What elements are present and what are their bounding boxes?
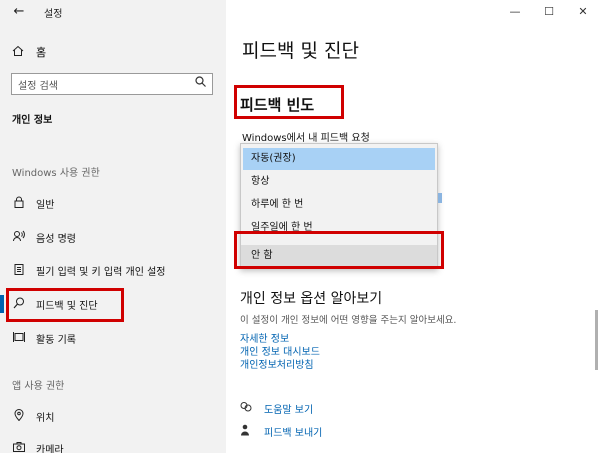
sidebar-item-label: 일반 xyxy=(36,199,55,211)
dropdown-option-once-a-day[interactable]: 하루에 한 번 xyxy=(241,194,437,216)
obscured-link-fragment xyxy=(438,193,442,203)
main-panel: — ☐ ✕ 피드백 및 진단 피드백 빈도 Windows에서 내 피드백 요청… xyxy=(226,0,600,453)
highlight-box-sidebar xyxy=(6,288,124,322)
sidebar-item-label: 카메라 xyxy=(36,444,64,453)
close-button[interactable]: ✕ xyxy=(566,0,600,24)
sidebar-item-location[interactable]: 위치 xyxy=(0,404,226,428)
clipboard-icon xyxy=(12,263,26,278)
privacy-options-description: 이 설정이 개인 정보에 어떤 영향을 주는지 알아보세요. xyxy=(240,315,457,326)
app-title: 설정 xyxy=(44,9,63,20)
help-chat-icon xyxy=(240,401,254,416)
speech-icon xyxy=(12,230,26,245)
maximize-button[interactable]: ☐ xyxy=(532,0,566,24)
home-icon xyxy=(12,45,26,60)
highlight-box-never-option xyxy=(234,231,444,269)
page-title: 피드백 및 진단 xyxy=(242,40,359,62)
lock-icon xyxy=(12,196,26,211)
windows-permissions-header: Windows 사용 권한 xyxy=(12,168,100,179)
window-controls: — ☐ ✕ xyxy=(498,0,600,24)
camera-icon xyxy=(12,441,26,453)
sidebar-item-label: 음성 명령 xyxy=(36,233,76,245)
give-feedback-label: 피드백 보내기 xyxy=(264,428,323,439)
close-icon: ✕ xyxy=(578,5,588,18)
dropdown-option-auto[interactable]: 자동(권장) xyxy=(243,148,435,170)
sidebar-item-label: 필기 입력 및 키 입력 개인 설정 xyxy=(36,266,166,278)
sidebar-item-activity-history[interactable]: 활동 기록 xyxy=(0,326,226,350)
sidebar-item-label: 활동 기록 xyxy=(36,334,76,346)
sidebar-item-speech[interactable]: 음성 명령 xyxy=(0,225,226,249)
get-help-label: 도움말 보기 xyxy=(264,405,314,416)
privacy-options-title: 개인 정보 옵션 알아보기 xyxy=(240,291,383,307)
settings-search-input[interactable] xyxy=(12,76,182,97)
privacy-statement-link[interactable]: 개인정보처리방침 xyxy=(240,356,314,371)
sidebar-item-label: 위치 xyxy=(36,412,55,424)
person-feedback-icon xyxy=(240,424,254,439)
dropdown-option-always[interactable]: 항상 xyxy=(241,171,437,193)
sidebar-item-camera[interactable]: 카메라 xyxy=(0,436,226,453)
home-nav-item[interactable]: 홈 xyxy=(12,44,46,60)
maximize-icon: ☐ xyxy=(544,5,554,18)
sidebar: ← 설정 홈 개인 정보 Windows 사용 권한 일반 음성 명령 필기 입… xyxy=(0,0,226,453)
settings-search-box[interactable] xyxy=(11,73,213,97)
minimize-icon: — xyxy=(509,5,521,18)
sidebar-item-inking-typing[interactable]: 필기 입력 및 키 입력 개인 설정 xyxy=(0,258,226,282)
get-help-link[interactable]: 도움말 보기 xyxy=(240,401,313,416)
timeline-icon xyxy=(12,331,26,346)
scrollbar-thumb[interactable] xyxy=(595,310,598,370)
back-button[interactable]: ← xyxy=(8,2,30,22)
feedback-request-label: Windows에서 내 피드백 요청 xyxy=(242,133,370,144)
minimize-button[interactable]: — xyxy=(498,0,532,24)
search-icon[interactable] xyxy=(195,76,206,90)
back-arrow-icon: ← xyxy=(13,4,25,19)
home-label: 홈 xyxy=(36,46,47,59)
sidebar-item-general[interactable]: 일반 xyxy=(0,191,226,215)
privacy-header: 개인 정보 xyxy=(12,115,53,126)
give-feedback-link[interactable]: 피드백 보내기 xyxy=(240,424,322,439)
active-indicator xyxy=(0,295,4,313)
app-permissions-header: 앱 사용 권한 xyxy=(12,381,65,392)
location-icon xyxy=(12,408,26,424)
highlight-box-section-title xyxy=(234,85,344,119)
